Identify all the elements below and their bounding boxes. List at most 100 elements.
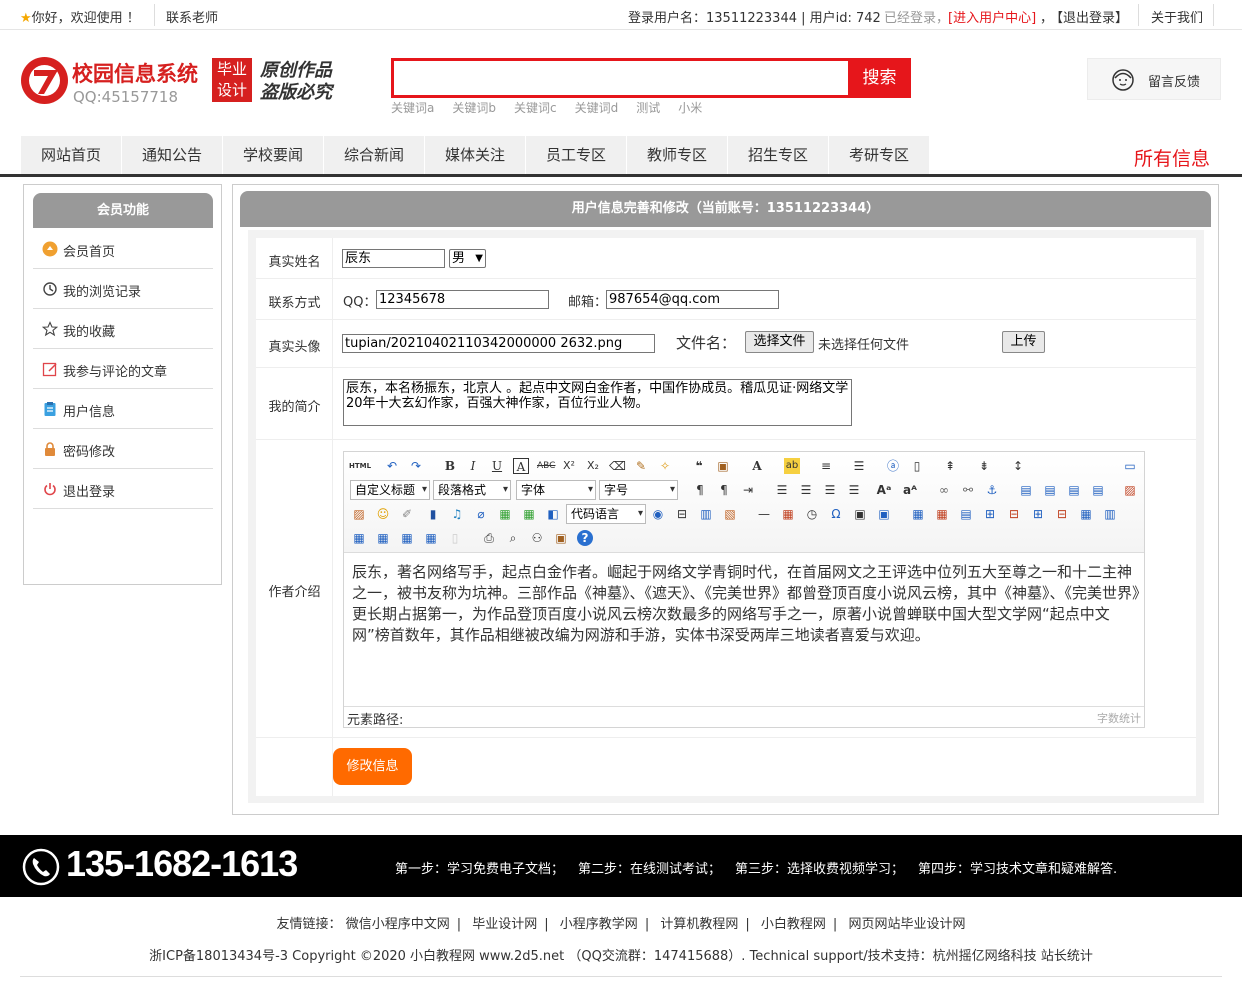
sidebar-item-favorites[interactable]: 我的收藏 — [33, 309, 213, 349]
nav-item-postgrad[interactable]: 考研专区 — [829, 136, 929, 174]
avatar-path-input[interactable]: tupian/20210402110342000000 2632.png — [342, 334, 655, 353]
insert-image-icon[interactable]: ▨ — [1122, 482, 1138, 498]
custom-title-select[interactable]: 自定义标题 — [350, 480, 430, 500]
search-button[interactable]: 搜索 — [848, 58, 911, 98]
undo-icon[interactable]: ↶ — [384, 458, 400, 474]
align-right-icon[interactable]: ☰ — [822, 482, 838, 498]
line-height-icon[interactable]: ↕ — [1010, 458, 1026, 474]
row-spacing-bottom-icon[interactable]: ⇟ — [976, 458, 992, 474]
sidebar-item-history[interactable]: 我的浏览记录 — [33, 269, 213, 309]
nav-item-staff[interactable]: 员工专区 — [526, 136, 626, 174]
page-break-icon[interactable]: ◉ — [650, 506, 666, 522]
insert-table-icon[interactable]: ▦ — [910, 506, 926, 522]
insert-row-icon[interactable]: ⊞ — [982, 506, 998, 522]
split-rows-icon[interactable]: ▦ — [399, 530, 415, 546]
image-left-icon[interactable]: ▤ — [1042, 482, 1058, 498]
all-info-link[interactable]: 所有信息 — [1134, 144, 1210, 171]
scrawl-icon[interactable]: ✐ — [399, 506, 415, 522]
music-icon[interactable]: ♫ — [449, 506, 465, 522]
print-icon[interactable]: ⎙ — [481, 530, 497, 546]
unordered-list-icon[interactable]: ☰ — [851, 458, 867, 474]
friend-link[interactable]: 毕业设计网 — [472, 917, 537, 932]
choose-file-button[interactable]: 选择文件 — [745, 331, 814, 353]
merge-right-icon[interactable]: ▥ — [1102, 506, 1118, 522]
search-replace-icon[interactable]: ⚇ — [529, 530, 545, 546]
friend-link[interactable]: 网页网站毕业设计网 — [848, 917, 965, 932]
help-icon[interactable]: ? — [577, 530, 593, 546]
anchor-icon[interactable]: ⚓ — [984, 482, 1000, 498]
preview-icon[interactable]: ⌕ — [505, 530, 521, 546]
bold-icon[interactable]: B — [442, 458, 458, 474]
image-right-icon[interactable]: ▤ — [1066, 482, 1082, 498]
nav-item-home[interactable]: 网站首页 — [21, 136, 121, 174]
font-border-icon[interactable]: A — [513, 458, 529, 474]
sidebar-item-member-home[interactable]: 会员首页 — [33, 229, 213, 269]
about-link[interactable]: 关于我们 — [1151, 7, 1203, 26]
delete-col-icon[interactable]: ⊟ — [1054, 506, 1070, 522]
insert-col-icon[interactable]: ⊞ — [1030, 506, 1046, 522]
template-icon[interactable]: ⊟ — [674, 506, 690, 522]
keyword-link[interactable]: 测试 — [636, 101, 660, 115]
friend-link[interactable]: 小白教程网 — [761, 917, 826, 932]
background-icon[interactable]: ▥ — [698, 506, 714, 522]
friend-link[interactable]: 微信小程序中文网 — [346, 917, 450, 932]
user-center-link[interactable]: [进入用户中心] — [948, 7, 1036, 26]
auto-format-icon[interactable]: ✧ — [657, 458, 673, 474]
eraser-icon[interactable]: ⌫ — [609, 458, 626, 474]
time-icon[interactable]: ◷ — [804, 506, 820, 522]
lowercase-icon[interactable]: aᴬ — [902, 482, 918, 498]
keyword-link[interactable]: 关键词a — [391, 101, 434, 115]
rtl-icon[interactable]: ¶ — [716, 482, 732, 498]
nav-item-media[interactable]: 媒体关注 — [425, 136, 525, 174]
font-family-select[interactable]: 字体 — [516, 480, 596, 500]
friend-link[interactable]: 小程序教学网 — [560, 917, 638, 932]
gender-select[interactable]: 男 ▼ — [449, 249, 486, 268]
editor-content[interactable]: 辰东，著名网络写手，起点白金作者。崛起于网络文学青铜时代，在首届网文之王评选中位… — [352, 562, 1140, 672]
site-title[interactable]: 校园信息系统 — [72, 58, 198, 88]
qq-input[interactable]: 12345678 — [376, 290, 549, 309]
subscript-icon[interactable]: X₂ — [585, 458, 601, 474]
nav-item-general-news[interactable]: 综合新闻 — [324, 136, 424, 174]
ltr-icon[interactable]: ¶ — [692, 482, 708, 498]
search-input[interactable] — [394, 61, 846, 95]
upload-button[interactable]: 上传 — [1002, 331, 1045, 353]
keyword-link[interactable]: 关键词c — [514, 101, 557, 115]
sidebar-item-comments[interactable]: 我参与评论的文章 — [33, 349, 213, 389]
nav-item-teacher[interactable]: 教师专区 — [627, 136, 727, 174]
keyword-link[interactable]: 关键词d — [575, 101, 619, 115]
code-language-select[interactable]: 代码语言 — [566, 504, 646, 524]
insert-paragraph-icon[interactable]: ▤ — [958, 506, 974, 522]
email-input[interactable]: 987654@qq.com — [606, 290, 779, 309]
underline-icon[interactable]: U — [489, 458, 505, 474]
insert-frame-icon[interactable]: ◧ — [545, 506, 561, 522]
sidebar-item-password[interactable]: 密码修改 — [33, 429, 213, 469]
align-center-icon[interactable]: ☰ — [798, 482, 814, 498]
paste-text-icon[interactable]: ▣ — [715, 458, 731, 474]
submit-button[interactable]: 修改信息 — [333, 748, 412, 785]
template-icon-2[interactable]: ▧ — [722, 506, 738, 522]
uppercase-icon[interactable]: Aᵃ — [876, 482, 892, 498]
html-source-icon[interactable]: HTML — [349, 458, 371, 474]
keyword-link[interactable]: 小米 — [678, 101, 702, 115]
italic-icon[interactable]: I — [465, 458, 481, 474]
real-name-input[interactable]: 辰东 — [342, 249, 445, 268]
nav-item-notice[interactable]: 通知公告 — [122, 136, 222, 174]
multi-image-icon[interactable]: ▨ — [351, 506, 367, 522]
align-left-icon[interactable]: ☰ — [774, 482, 790, 498]
image-center-icon[interactable]: ▤ — [1090, 482, 1106, 498]
logout-link[interactable]: 【退出登录】 — [1050, 7, 1128, 26]
delete-table-icon[interactable]: ▦ — [934, 506, 950, 522]
emotion-icon[interactable]: ☺ — [375, 506, 391, 522]
special-char-icon[interactable]: Ω — [828, 506, 844, 522]
nav-item-school-news[interactable]: 学校要闻 — [223, 136, 323, 174]
sidebar-item-logout[interactable]: 退出登录 — [33, 469, 213, 509]
video-icon[interactable]: ▮ — [425, 506, 441, 522]
superscript-icon[interactable]: X² — [561, 458, 577, 474]
date-icon[interactable]: ▦ — [780, 506, 796, 522]
nav-item-admission[interactable]: 招生专区 — [728, 136, 828, 174]
ordered-list-icon[interactable]: ≡ — [818, 458, 834, 474]
split-cols-icon[interactable]: ▦ — [423, 530, 439, 546]
attachment-icon[interactable]: ⌀ — [473, 506, 489, 522]
merge-down-icon[interactable]: ▦ — [351, 530, 367, 546]
fullscreen-icon[interactable]: ▭ — [1122, 458, 1138, 474]
